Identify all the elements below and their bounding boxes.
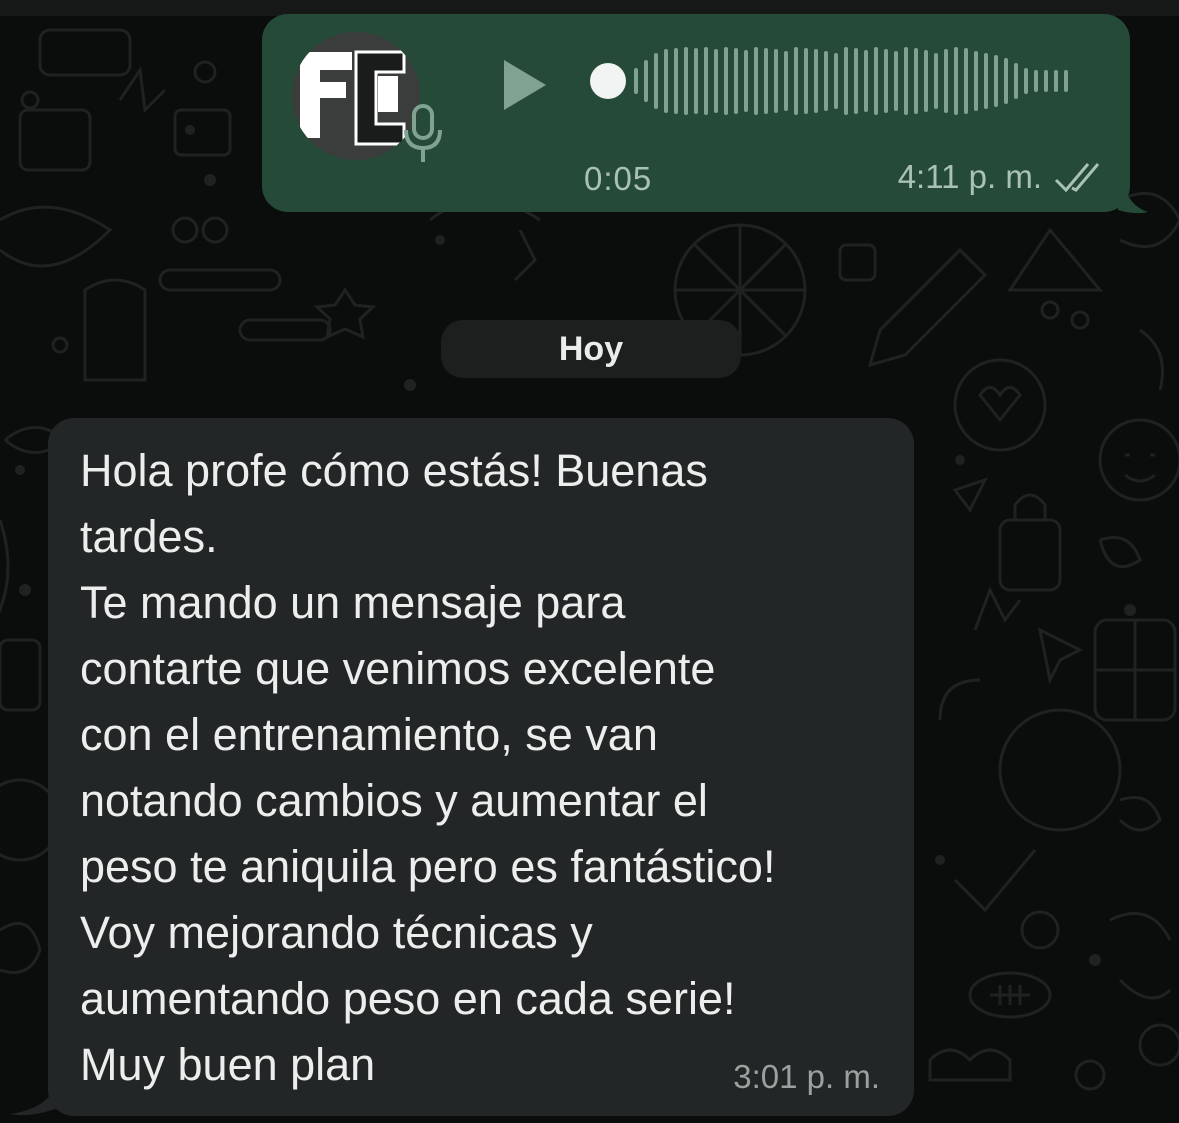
waveform-bar <box>1024 68 1028 94</box>
waveform-bar <box>784 51 788 111</box>
message-line: tardes. <box>80 511 218 562</box>
waveform-bar <box>964 48 968 114</box>
waveform-bar <box>974 51 978 111</box>
waveform-bar <box>834 53 838 109</box>
message-line: contarte que venimos excelente <box>80 643 716 694</box>
waveform-bar <box>844 47 848 115</box>
waveform-bar <box>704 47 708 115</box>
voice-message-bubble[interactable]: 0:05 4:11 p. m. <box>262 14 1130 212</box>
waveform-bar <box>674 48 678 114</box>
waveform-bar <box>664 49 668 113</box>
waveform-bar <box>814 49 818 113</box>
waveform-bar <box>1034 70 1038 92</box>
waveform-bar <box>984 53 988 109</box>
waveform-bar <box>644 60 648 102</box>
waveform-bar <box>804 48 808 114</box>
audio-waveform[interactable] <box>588 36 1088 126</box>
message-line: Te mando un mensaje para <box>80 577 626 628</box>
waveform-bar <box>714 49 718 113</box>
play-icon[interactable] <box>498 56 550 114</box>
waveform-bar <box>764 48 768 114</box>
waveform-bar <box>864 50 868 112</box>
message-line: aumentando peso en cada serie! <box>80 973 736 1024</box>
waveform-bar <box>634 68 638 94</box>
waveform-bar <box>934 53 938 109</box>
waveform-bar <box>654 53 658 109</box>
waveform-bar <box>854 48 858 114</box>
message-line: notando cambios y aumentar el <box>80 775 708 826</box>
voice-duration: 0:05 <box>584 160 653 197</box>
message-line: Hola profe cómo estás! Buenas <box>80 445 708 496</box>
message-timestamp: 3:01 p. m. <box>733 1058 880 1095</box>
message-line: peso te aniquila pero es fantástico! <box>80 841 776 892</box>
message-line: Voy mejorando técnicas y <box>80 907 593 958</box>
date-separator: Hoy <box>441 320 741 378</box>
waveform-bar <box>694 48 698 114</box>
voice-timestamp: 4:11 p. m. <box>897 158 1042 195</box>
waveform-bar <box>1044 70 1048 92</box>
waveform-bar <box>684 47 688 115</box>
waveform-bar <box>1064 70 1068 92</box>
waveform-bar <box>1054 70 1058 92</box>
waveform-bar <box>874 47 878 115</box>
waveform-bar <box>724 47 728 115</box>
waveform-bar <box>904 47 908 115</box>
waveform-bar <box>954 47 958 115</box>
profile-logo-icon <box>292 32 420 160</box>
waveform-bar <box>734 48 738 114</box>
message-line: con el entrenamiento, se van <box>80 709 658 760</box>
waveform-bar <box>944 49 948 113</box>
waveform-bar <box>744 50 748 112</box>
message-text: Hola profe cómo estás! Buenas tardes. Te… <box>80 438 900 1098</box>
waveform-bar <box>1014 63 1018 99</box>
incoming-message-bubble[interactable]: Hola profe cómo estás! Buenas tardes. Te… <box>48 418 914 1116</box>
microphone-icon <box>404 104 442 162</box>
waveform-bar <box>754 47 758 115</box>
waveform-bar <box>774 49 778 113</box>
waveform-bar <box>824 51 828 111</box>
waveform-bar <box>1004 58 1008 104</box>
waveform-bar <box>994 55 998 107</box>
double-check-icon <box>1054 163 1100 193</box>
waveform-bar <box>884 49 888 113</box>
waveform-bar <box>794 47 798 115</box>
waveform-bar <box>914 48 918 114</box>
waveform-bar <box>894 51 898 111</box>
waveform-bar <box>924 50 928 112</box>
